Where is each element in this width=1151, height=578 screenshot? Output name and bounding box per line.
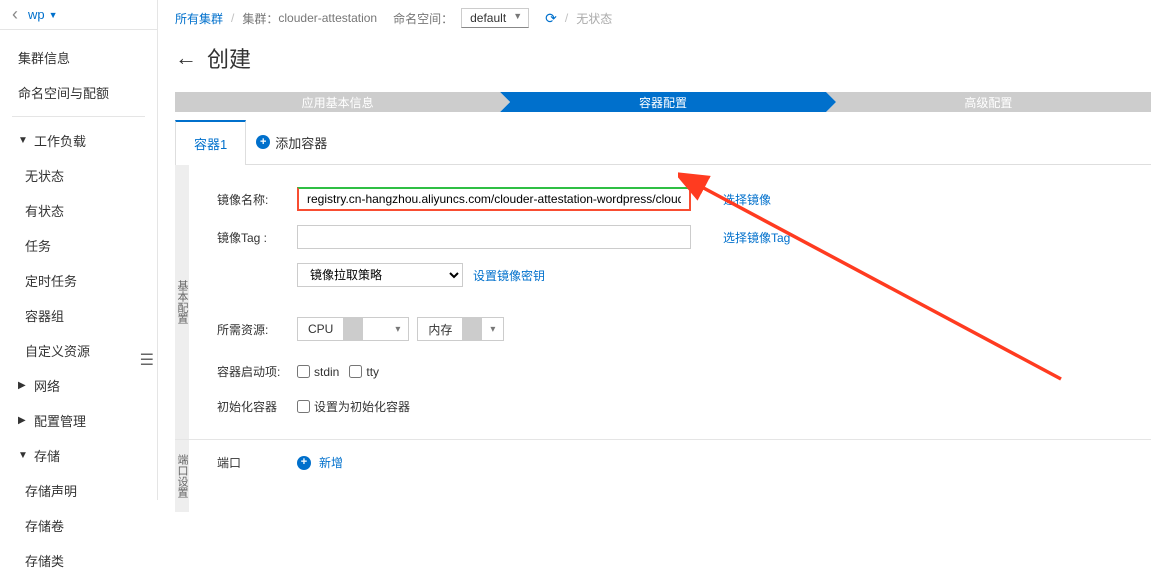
breadcrumb-stateless: 无状态 [576,10,612,27]
collapse-sidebar-icon[interactable]: ☰ [140,350,154,370]
pull-policy-select[interactable]: 镜像拉取策略 [297,263,463,287]
caret-down-icon: ▼ [18,450,28,461]
caret-down-icon: ▼ [49,10,58,20]
label-startup: 容器启动项: [217,363,297,380]
sidebar-item-storage[interactable]: ▼ 存储 [0,438,157,473]
sidebar-item-pod[interactable]: 容器组 [0,298,157,333]
image-tag-input[interactable] [297,225,691,249]
sidebar-item-network[interactable]: ▶ 网络 [0,368,157,403]
breadcrumb-cluster-prefix: 集群： [242,10,278,27]
sidebar-divider [12,116,145,117]
section-label-basic: 基本配置 [175,165,189,439]
label-resources: 所需资源: [217,321,297,338]
sidebar-item-pv[interactable]: 存储卷 [0,508,157,543]
add-container-button[interactable]: + 添加容器 [246,133,337,152]
page-title: 创建 [207,42,251,74]
memory-input[interactable]: 内存▾ [417,317,504,341]
step-app-info[interactable]: 应用基本信息 [175,92,500,112]
plus-icon: + [256,135,270,149]
namespace-select[interactable]: default ▼ [461,8,529,28]
caret-right-icon: ▶ [18,380,28,391]
sidebar-item-config[interactable]: ▶ 配置管理 [0,403,157,438]
cluster-name-label: wp [28,7,45,22]
back-arrow-icon[interactable]: ← [175,45,197,71]
sidebar-item-workload[interactable]: ▼ 工作负载 [0,123,157,158]
tty-checkbox[interactable] [349,365,362,378]
sidebar-item-job[interactable]: 任务 [0,228,157,263]
caret-right-icon: ▶ [18,415,28,426]
select-image-link[interactable]: 选择镜像 [723,191,771,208]
label-init-container: 初始化容器 [217,398,297,415]
sidebar-item-cluster-info[interactable]: 集群信息 [0,40,157,75]
breadcrumb-all-clusters[interactable]: 所有集群 [175,10,223,27]
step-container-config[interactable]: 容器配置 [500,92,825,112]
init-container-label: 设置为初始化容器 [314,398,410,415]
sidebar-back-chevron-icon[interactable]: ‹ [12,4,18,25]
sidebar-item-cronjob[interactable]: 定时任务 [0,263,157,298]
section-label-port: 端口设置 [175,440,189,512]
sidebar-item-crd[interactable]: 自定义资源 [0,333,157,368]
image-name-input[interactable] [297,187,691,211]
select-tag-link[interactable]: 选择镜像Tag [723,229,790,246]
tty-label: tty [366,365,379,379]
cluster-dropdown[interactable]: wp ▼ [28,7,58,22]
sidebar-item-pvc[interactable]: 存储声明 [0,473,157,508]
label-port: 端口 [217,454,297,471]
refresh-icon[interactable]: ⟳ [545,10,557,27]
stdin-checkbox[interactable] [297,365,310,378]
sidebar-item-namespace-quota[interactable]: 命名空间与配额 [0,75,157,110]
breadcrumb-ns-prefix: 命名空间： [393,10,453,27]
label-image-name: 镜像名称: [217,191,297,208]
sidebar-item-stateful[interactable]: 有状态 [0,193,157,228]
cpu-input[interactable]: CPU▾ [297,317,409,341]
breadcrumb: 所有集群 / 集群： clouder-attestation 命名空间： def… [175,0,1151,28]
breadcrumb-cluster-value: clouder-attestation [278,11,377,25]
plus-icon: + [297,456,311,470]
stdin-label: stdin [314,365,339,379]
label-image-tag: 镜像Tag : [217,229,297,246]
init-container-checkbox[interactable] [297,400,310,413]
sidebar-item-storageclass[interactable]: 存储类 [0,543,157,578]
sidebar-item-stateless[interactable]: 无状态 [0,158,157,193]
tab-container-1[interactable]: 容器1 [175,120,246,165]
caret-down-icon: ▼ [18,135,28,146]
add-port-link[interactable]: 新增 [319,454,343,471]
step-advanced-config[interactable]: 高级配置 [826,92,1151,112]
step-indicator: 应用基本信息 容器配置 高级配置 [175,92,1151,112]
set-image-secret-link[interactable]: 设置镜像密钥 [473,267,545,284]
